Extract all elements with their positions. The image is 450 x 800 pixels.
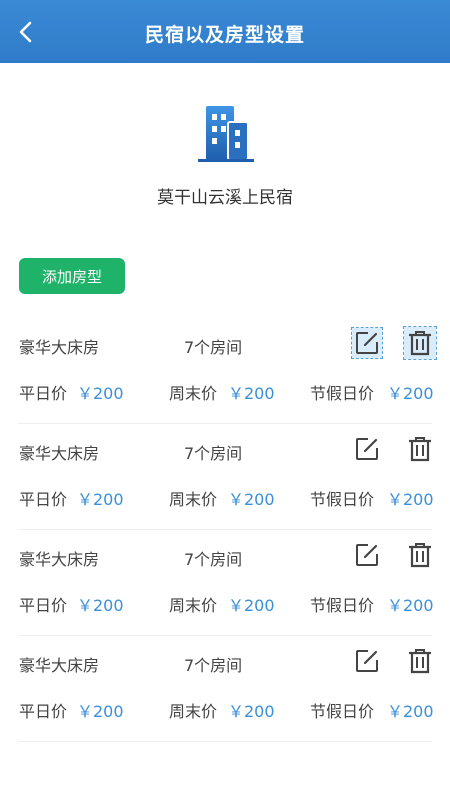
holiday-price: ￥200: [387, 384, 434, 403]
list-item: 豪华大床房 7个房间 平日价 ￥200 周末价 ￥200 节假日价 ￥200: [18, 318, 437, 424]
weekday-price-label: 平日价: [19, 490, 68, 509]
weekday-price-label: 平日价: [19, 702, 68, 721]
trash-icon: [409, 437, 431, 462]
weekday-price-label: 平日价: [19, 384, 68, 403]
weekend-price: ￥200: [228, 596, 275, 615]
delete-button[interactable]: [404, 433, 436, 465]
top-bar: 民宿以及房型设置: [0, 0, 450, 63]
weekend-price: ￥200: [228, 702, 275, 721]
weekend-price-label: 周末价: [169, 702, 218, 721]
edit-button[interactable]: [352, 540, 382, 570]
weekday-price-label: 平日价: [19, 596, 68, 615]
edit-icon: [356, 650, 378, 672]
list-item: 豪华大床房 7个房间 平日价 ￥200 周末价 ￥200 节假日价 ￥200: [18, 636, 434, 742]
room-name: 豪华大床房: [19, 656, 100, 675]
list-item: 豪华大床房 7个房间 平日价 ￥200 周末价 ￥200 节假日价 ￥200: [18, 530, 434, 636]
room-count: 7个房间: [184, 656, 243, 675]
edit-icon: [356, 332, 378, 354]
weekday-price: ￥200: [77, 490, 124, 509]
building-icon: [198, 106, 254, 162]
weekend-price: ￥200: [228, 490, 275, 509]
holiday-price: ￥200: [387, 596, 434, 615]
price-row: 平日价 ￥200 周末价 ￥200 节假日价 ￥200: [19, 592, 434, 615]
room-name: 豪华大床房: [19, 550, 100, 569]
room-name: 豪华大床房: [19, 338, 100, 357]
price-row: 平日价 ￥200 周末价 ￥200 节假日价 ￥200: [19, 698, 434, 721]
edit-icon: [356, 544, 378, 566]
holiday-price: ￥200: [387, 490, 434, 509]
room-name: 豪华大床房: [19, 444, 100, 463]
page-title: 民宿以及房型设置: [144, 24, 305, 46]
price-row: 平日价 ￥200 周末价 ￥200 节假日价 ￥200: [19, 380, 434, 403]
delete-button[interactable]: [403, 326, 437, 360]
weekday-price: ￥200: [77, 596, 124, 615]
hotel-name: 莫干山云溪上民宿: [157, 188, 293, 208]
trash-icon: [409, 543, 431, 568]
weekend-price-label: 周末价: [169, 384, 218, 403]
holiday-price-label: 节假日价: [310, 702, 375, 721]
holiday-price: ￥200: [387, 702, 434, 721]
weekday-price: ￥200: [77, 384, 124, 403]
holiday-price-label: 节假日价: [310, 490, 375, 509]
edit-button[interactable]: [351, 327, 383, 359]
edit-icon: [356, 438, 378, 460]
edit-button[interactable]: [352, 646, 382, 676]
list-item: 豪华大床房 7个房间 平日价 ￥200 周末价 ￥200 节假日价 ￥200: [18, 424, 434, 530]
delete-button[interactable]: [404, 645, 436, 677]
delete-button[interactable]: [404, 539, 436, 571]
room-count: 7个房间: [184, 338, 243, 357]
weekend-price-label: 周末价: [169, 596, 218, 615]
edit-button[interactable]: [352, 434, 382, 464]
trash-icon: [409, 649, 431, 674]
holiday-price-label: 节假日价: [310, 596, 375, 615]
add-room-type-button[interactable]: 添加房型: [19, 258, 125, 294]
holiday-price-label: 节假日价: [310, 384, 375, 403]
room-count: 7个房间: [184, 444, 243, 463]
room-count: 7个房间: [184, 550, 243, 569]
price-row: 平日价 ￥200 周末价 ￥200 节假日价 ￥200: [19, 486, 434, 509]
weekend-price: ￥200: [228, 384, 275, 403]
weekday-price: ￥200: [77, 702, 124, 721]
room-type-list: 豪华大床房 7个房间 平日价 ￥200 周末价 ￥200 节假日价 ￥200 豪…: [0, 318, 450, 742]
weekend-price-label: 周末价: [169, 490, 218, 509]
trash-icon: [409, 331, 431, 356]
